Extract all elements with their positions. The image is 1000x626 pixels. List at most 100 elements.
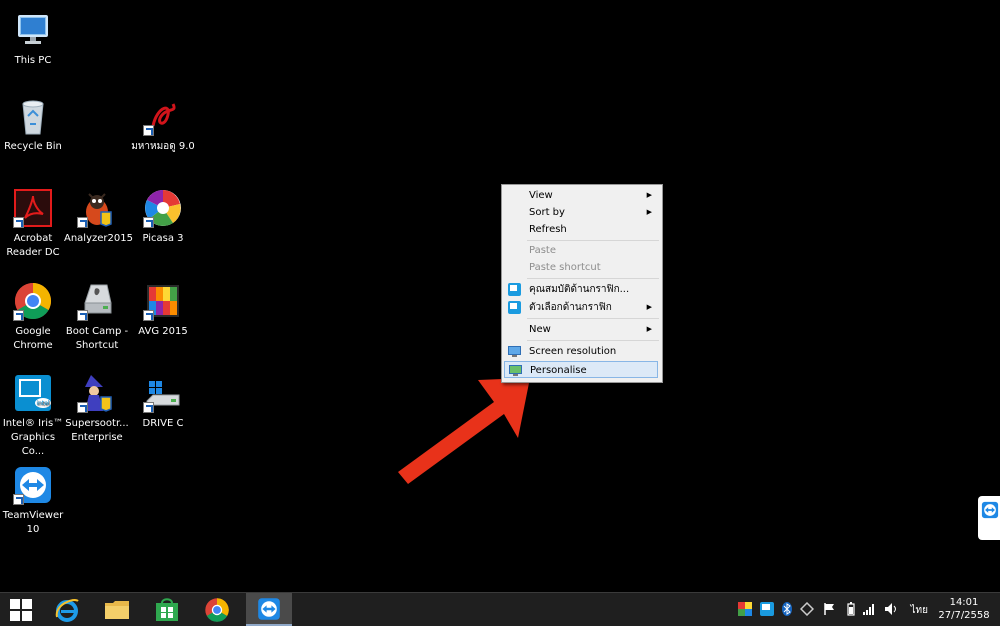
internet-explorer-button[interactable]	[44, 593, 90, 626]
bluetooth-icon[interactable]	[780, 602, 794, 616]
teamviewer-desktop-icon[interactable]: TeamViewer 10	[0, 465, 66, 537]
intel-graphics-icon	[508, 301, 521, 314]
diamond-tray-icon[interactable]	[800, 602, 814, 616]
action-center-flag-icon[interactable]	[822, 602, 836, 616]
menu-item-label: คุณสมบัติด้านกราฟิก...	[529, 284, 630, 295]
intel-iris-graphics-desktop-icon[interactable]: intel Intel® Iris™ Graphics Co...	[0, 373, 66, 459]
file-explorer-button[interactable]	[94, 593, 140, 626]
volume-icon[interactable]	[884, 602, 898, 616]
submenu-arrow-icon: ▶	[646, 208, 652, 216]
desktop-icon-label: DRIVE C	[142, 418, 184, 429]
intel-graphics-icon: intel	[13, 373, 53, 413]
menu-item-label: View	[529, 190, 553, 201]
shortcut-arrow-icon	[143, 217, 154, 228]
boot-camp-drive-icon	[77, 281, 117, 321]
menu-item-new[interactable]: New ▶	[504, 321, 658, 338]
desktop-icon-label: Recycle Bin	[4, 141, 62, 152]
menu-item-label: Personalise	[530, 365, 587, 376]
menu-separator	[527, 240, 659, 241]
menu-item-graphics-properties[interactable]: คุณสมบัติด้านกราฟิก...	[504, 281, 658, 298]
chrome-icon	[13, 281, 53, 321]
teamviewer-side-tab[interactable]	[978, 496, 1000, 540]
analyzer-icon	[77, 188, 117, 228]
chrome-taskbar-button[interactable]	[194, 593, 240, 626]
shortcut-arrow-icon	[13, 310, 24, 321]
clock[interactable]: 14:01 27/7/2558	[938, 596, 990, 622]
desktop-icon-label: This PC	[14, 55, 52, 66]
shortcut-arrow-icon	[13, 494, 24, 505]
desktop-icon-label: Acrobat Reader DC	[6, 233, 60, 258]
desktop-icon-label: TeamViewer 10	[2, 510, 64, 535]
menu-item-label: Paste	[529, 245, 556, 256]
avg-tray-icon[interactable]	[738, 602, 752, 616]
clock-date: 27/7/2558	[938, 610, 990, 621]
submenu-arrow-icon: ▶	[646, 325, 652, 333]
this-pc-desktop-icon[interactable]: This PC	[0, 10, 66, 68]
submenu-arrow-icon: ▶	[646, 303, 652, 311]
shortcut-arrow-icon	[77, 310, 88, 321]
supersootr-enterprise-desktop-icon[interactable]: Supersootr... Enterprise	[64, 373, 130, 445]
chrome-icon	[205, 598, 229, 622]
store-icon	[156, 598, 178, 621]
acrobat-icon	[13, 188, 53, 228]
shortcut-arrow-icon	[143, 402, 154, 413]
recycle-bin-desktop-icon[interactable]: Recycle Bin	[0, 96, 66, 154]
personalise-icon	[509, 365, 522, 376]
desktop-icon-label: Analyzer2015	[64, 233, 133, 244]
clock-time: 14:01	[949, 597, 979, 608]
language-indicator[interactable]: ไทย	[911, 603, 928, 618]
teamviewer-taskbar-button[interactable]	[246, 593, 292, 626]
menu-item-label: Refresh	[529, 224, 567, 235]
picasa-icon	[143, 188, 183, 228]
internet-explorer-icon	[55, 599, 79, 622]
acrobat-reader-desktop-icon[interactable]: Acrobat Reader DC	[0, 188, 66, 260]
menu-separator	[527, 340, 659, 341]
windows-store-button[interactable]	[144, 593, 190, 626]
menu-item-refresh[interactable]: Refresh	[504, 221, 658, 238]
menu-item-view[interactable]: View ▶	[504, 187, 658, 204]
desktop-icon-label: Picasa 3	[142, 233, 184, 244]
menu-item-label: Screen resolution	[529, 346, 617, 357]
menu-separator	[527, 278, 659, 279]
intel-graphics-tray-icon[interactable]	[760, 602, 774, 616]
analyzer2015-desktop-icon[interactable]: Analyzer2015	[64, 188, 133, 246]
svg-text:intel: intel	[36, 400, 50, 407]
menu-item-label: New	[529, 324, 551, 335]
picasa-desktop-icon[interactable]: Picasa 3	[130, 188, 196, 246]
google-chrome-desktop-icon[interactable]: Google Chrome	[0, 281, 66, 353]
windows-logo-icon	[10, 599, 32, 621]
teamviewer-icon	[258, 598, 280, 620]
desktop-icon-label: Intel® Iris™ Graphics Co...	[2, 418, 64, 457]
shortcut-arrow-icon	[143, 125, 154, 136]
menu-item-sort-by[interactable]: Sort by ▶	[504, 204, 658, 221]
intel-graphics-icon	[508, 283, 521, 296]
menu-item-graphics-options[interactable]: ตัวเลือกด้านกราฟิก ▶	[504, 299, 658, 316]
folder-icon	[105, 601, 129, 619]
wifi-signal-icon[interactable]	[862, 602, 876, 616]
mahamordoo-icon	[143, 96, 183, 136]
teamviewer-icon	[981, 501, 999, 519]
shortcut-arrow-icon	[77, 402, 88, 413]
menu-item-personalise[interactable]: Personalise	[504, 361, 658, 378]
avg-icon	[143, 281, 183, 321]
desktop-icon-label: มหาหมอดู 9.0	[131, 141, 195, 152]
desktop-icon-label: Supersootr... Enterprise	[65, 418, 129, 443]
avg-2015-desktop-icon[interactable]: AVG 2015	[130, 281, 196, 339]
computer-icon	[13, 10, 53, 50]
shortcut-arrow-icon	[77, 217, 88, 228]
boot-camp-desktop-icon[interactable]: Boot Camp - Shortcut	[64, 281, 130, 353]
mahamordoo-desktop-icon[interactable]: มหาหมอดู 9.0	[130, 96, 196, 154]
desktop[interactable]: This PC Recycle Bin มหาหมอดู 9.0 Acrobat…	[0, 0, 1000, 592]
menu-item-paste: Paste	[504, 242, 658, 259]
battery-icon[interactable]	[844, 602, 858, 616]
menu-separator	[527, 318, 659, 319]
menu-item-paste-shortcut: Paste shortcut	[504, 259, 658, 276]
menu-item-screen-resolution[interactable]: Screen resolution	[504, 343, 658, 360]
recycle-bin-icon	[13, 96, 53, 136]
drive-c-desktop-icon[interactable]: DRIVE C	[130, 373, 196, 431]
shortcut-arrow-icon	[143, 310, 154, 321]
wizard-icon	[77, 373, 117, 413]
teamviewer-icon	[13, 465, 53, 505]
start-button[interactable]	[0, 593, 46, 626]
desktop-context-menu: View ▶ Sort by ▶ Refresh Paste Paste sho…	[501, 184, 663, 383]
